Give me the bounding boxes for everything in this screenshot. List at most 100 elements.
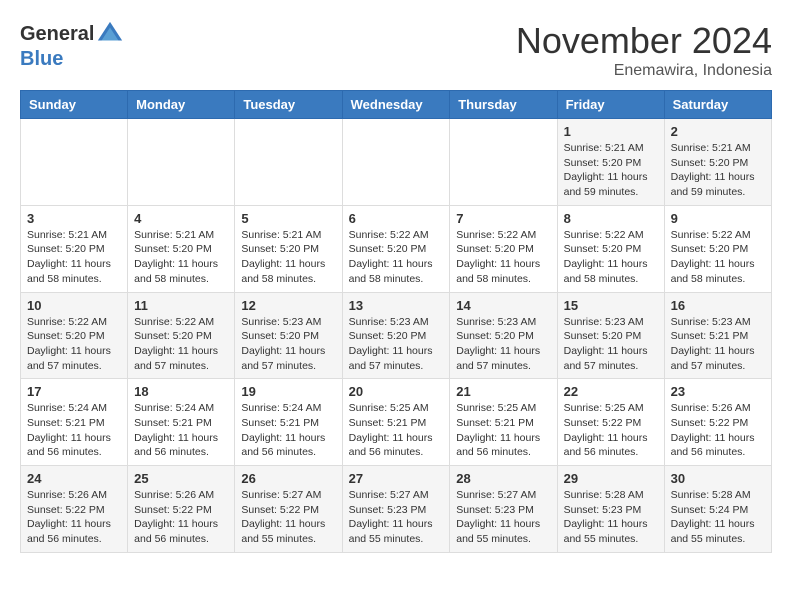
logo-icon (96, 20, 124, 48)
day-number: 11 (134, 298, 228, 313)
day-number: 24 (27, 471, 121, 486)
day-number: 21 (456, 384, 550, 399)
day-info: Sunrise: 5:21 AM Sunset: 5:20 PM Dayligh… (134, 228, 228, 287)
calendar-cell: 22 Sunrise: 5:25 AM Sunset: 5:22 PM Dayli… (557, 379, 664, 466)
day-number: 10 (27, 298, 121, 313)
day-info: Sunrise: 5:23 AM Sunset: 5:20 PM Dayligh… (564, 315, 658, 374)
calendar-cell (128, 119, 235, 206)
day-number: 2 (671, 124, 765, 139)
day-info: Sunrise: 5:23 AM Sunset: 5:20 PM Dayligh… (456, 315, 550, 374)
weekday-header-tuesday: Tuesday (235, 91, 342, 119)
day-number: 19 (241, 384, 335, 399)
day-number: 25 (134, 471, 228, 486)
logo-general-text: General (20, 23, 94, 46)
day-info: Sunrise: 5:26 AM Sunset: 5:22 PM Dayligh… (671, 401, 765, 460)
day-info: Sunrise: 5:24 AM Sunset: 5:21 PM Dayligh… (134, 401, 228, 460)
calendar-cell: 15 Sunrise: 5:23 AM Sunset: 5:20 PM Dayli… (557, 292, 664, 379)
calendar-cell: 4 Sunrise: 5:21 AM Sunset: 5:20 PM Daylig… (128, 205, 235, 292)
calendar-cell: 17 Sunrise: 5:24 AM Sunset: 5:21 PM Dayli… (21, 379, 128, 466)
title-section: November 2024 Enemawira, Indonesia (516, 20, 772, 80)
calendar-cell: 3 Sunrise: 5:21 AM Sunset: 5:20 PM Daylig… (21, 205, 128, 292)
week-row-3: 10 Sunrise: 5:22 AM Sunset: 5:20 PM Dayli… (21, 292, 772, 379)
day-info: Sunrise: 5:25 AM Sunset: 5:22 PM Dayligh… (564, 401, 658, 460)
day-number: 3 (27, 211, 121, 226)
day-number: 26 (241, 471, 335, 486)
calendar-cell: 25Sunrise: 5:26 AM Sunset: 5:22 PM Dayli… (128, 466, 235, 553)
calendar-cell (342, 119, 450, 206)
weekday-header-sunday: Sunday (21, 91, 128, 119)
day-info: Sunrise: 5:22 AM Sunset: 5:20 PM Dayligh… (27, 315, 121, 374)
day-info: Sunrise: 5:22 AM Sunset: 5:20 PM Dayligh… (456, 228, 550, 287)
day-number: 27 (349, 471, 444, 486)
calendar-cell: 6Sunrise: 5:22 AM Sunset: 5:20 PM Daylig… (342, 205, 450, 292)
calendar-cell: 13Sunrise: 5:23 AM Sunset: 5:20 PM Dayli… (342, 292, 450, 379)
calendar-cell: 24 Sunrise: 5:26 AM Sunset: 5:22 PM Dayli… (21, 466, 128, 553)
day-number: 20 (349, 384, 444, 399)
day-number: 5 (241, 211, 335, 226)
day-number: 14 (456, 298, 550, 313)
day-info: Sunrise: 5:22 AM Sunset: 5:20 PM Dayligh… (671, 228, 765, 287)
day-number: 22 (564, 384, 658, 399)
day-number: 30 (671, 471, 765, 486)
day-info: Sunrise: 5:21 AM Sunset: 5:20 PM Dayligh… (27, 228, 121, 287)
day-number: 17 (27, 384, 121, 399)
calendar-cell: 5 Sunrise: 5:21 AM Sunset: 5:20 PM Daylig… (235, 205, 342, 292)
calendar-cell: 27 Sunrise: 5:27 AM Sunset: 5:23 PM Dayli… (342, 466, 450, 553)
day-info: Sunrise: 5:28 AM Sunset: 5:24 PM Dayligh… (671, 488, 765, 547)
day-number: 29 (564, 471, 658, 486)
day-number: 16 (671, 298, 765, 313)
calendar-cell: 28Sunrise: 5:27 AM Sunset: 5:23 PM Dayli… (450, 466, 557, 553)
day-info: Sunrise: 5:23 AM Sunset: 5:20 PM Dayligh… (349, 315, 444, 374)
week-row-2: 3 Sunrise: 5:21 AM Sunset: 5:20 PM Daylig… (21, 205, 772, 292)
weekday-header-saturday: Saturday (664, 91, 771, 119)
day-number: 9 (671, 211, 765, 226)
day-number: 15 (564, 298, 658, 313)
week-row-4: 17 Sunrise: 5:24 AM Sunset: 5:21 PM Dayli… (21, 379, 772, 466)
calendar-cell (235, 119, 342, 206)
day-info: Sunrise: 5:23 AM Sunset: 5:21 PM Dayligh… (671, 315, 765, 374)
week-row-1: 1 Sunrise: 5:21 AM Sunset: 5:20 PM Daylig… (21, 119, 772, 206)
calendar-cell: 29 Sunrise: 5:28 AM Sunset: 5:23 PM Dayli… (557, 466, 664, 553)
calendar-table: SundayMondayTuesdayWednesdayThursdayFrid… (20, 90, 772, 553)
calendar-cell: 23 Sunrise: 5:26 AM Sunset: 5:22 PM Dayli… (664, 379, 771, 466)
week-row-5: 24 Sunrise: 5:26 AM Sunset: 5:22 PM Dayli… (21, 466, 772, 553)
calendar-cell: 9 Sunrise: 5:22 AM Sunset: 5:20 PM Daylig… (664, 205, 771, 292)
day-info: Sunrise: 5:23 AM Sunset: 5:20 PM Dayligh… (241, 315, 335, 374)
day-number: 23 (671, 384, 765, 399)
calendar-cell: 16 Sunrise: 5:23 AM Sunset: 5:21 PM Dayli… (664, 292, 771, 379)
logo-blue-text: Blue (20, 48, 63, 71)
day-info: Sunrise: 5:25 AM Sunset: 5:21 PM Dayligh… (456, 401, 550, 460)
month-title: November 2024 (516, 20, 772, 62)
day-info: Sunrise: 5:27 AM Sunset: 5:23 PM Dayligh… (349, 488, 444, 547)
day-info: Sunrise: 5:28 AM Sunset: 5:23 PM Dayligh… (564, 488, 658, 547)
weekday-header-row: SundayMondayTuesdayWednesdayThursdayFrid… (21, 91, 772, 119)
calendar-cell: 14 Sunrise: 5:23 AM Sunset: 5:20 PM Dayli… (450, 292, 557, 379)
calendar-cell: 8Sunrise: 5:22 AM Sunset: 5:20 PM Daylig… (557, 205, 664, 292)
calendar-cell: 12 Sunrise: 5:23 AM Sunset: 5:20 PM Dayli… (235, 292, 342, 379)
logo: General Blue (20, 20, 124, 71)
calendar-cell: 21 Sunrise: 5:25 AM Sunset: 5:21 PM Dayli… (450, 379, 557, 466)
weekday-header-friday: Friday (557, 91, 664, 119)
calendar-cell: 11Sunrise: 5:22 AM Sunset: 5:20 PM Dayli… (128, 292, 235, 379)
day-info: Sunrise: 5:24 AM Sunset: 5:21 PM Dayligh… (241, 401, 335, 460)
day-info: Sunrise: 5:21 AM Sunset: 5:20 PM Dayligh… (671, 141, 765, 200)
day-info: Sunrise: 5:24 AM Sunset: 5:21 PM Dayligh… (27, 401, 121, 460)
calendar-cell (450, 119, 557, 206)
day-info: Sunrise: 5:21 AM Sunset: 5:20 PM Dayligh… (564, 141, 658, 200)
calendar-cell: 2 Sunrise: 5:21 AM Sunset: 5:20 PM Daylig… (664, 119, 771, 206)
location-text: Enemawira, Indonesia (516, 62, 772, 80)
day-number: 12 (241, 298, 335, 313)
day-info: Sunrise: 5:21 AM Sunset: 5:20 PM Dayligh… (241, 228, 335, 287)
day-number: 4 (134, 211, 228, 226)
calendar-cell: 26Sunrise: 5:27 AM Sunset: 5:22 PM Dayli… (235, 466, 342, 553)
day-info: Sunrise: 5:26 AM Sunset: 5:22 PM Dayligh… (27, 488, 121, 547)
day-number: 28 (456, 471, 550, 486)
day-number: 1 (564, 124, 658, 139)
calendar-cell: 30 Sunrise: 5:28 AM Sunset: 5:24 PM Dayli… (664, 466, 771, 553)
calendar-cell: 1 Sunrise: 5:21 AM Sunset: 5:20 PM Daylig… (557, 119, 664, 206)
weekday-header-monday: Monday (128, 91, 235, 119)
day-number: 6 (349, 211, 444, 226)
calendar-cell (21, 119, 128, 206)
day-info: Sunrise: 5:22 AM Sunset: 5:20 PM Dayligh… (564, 228, 658, 287)
weekday-header-wednesday: Wednesday (342, 91, 450, 119)
